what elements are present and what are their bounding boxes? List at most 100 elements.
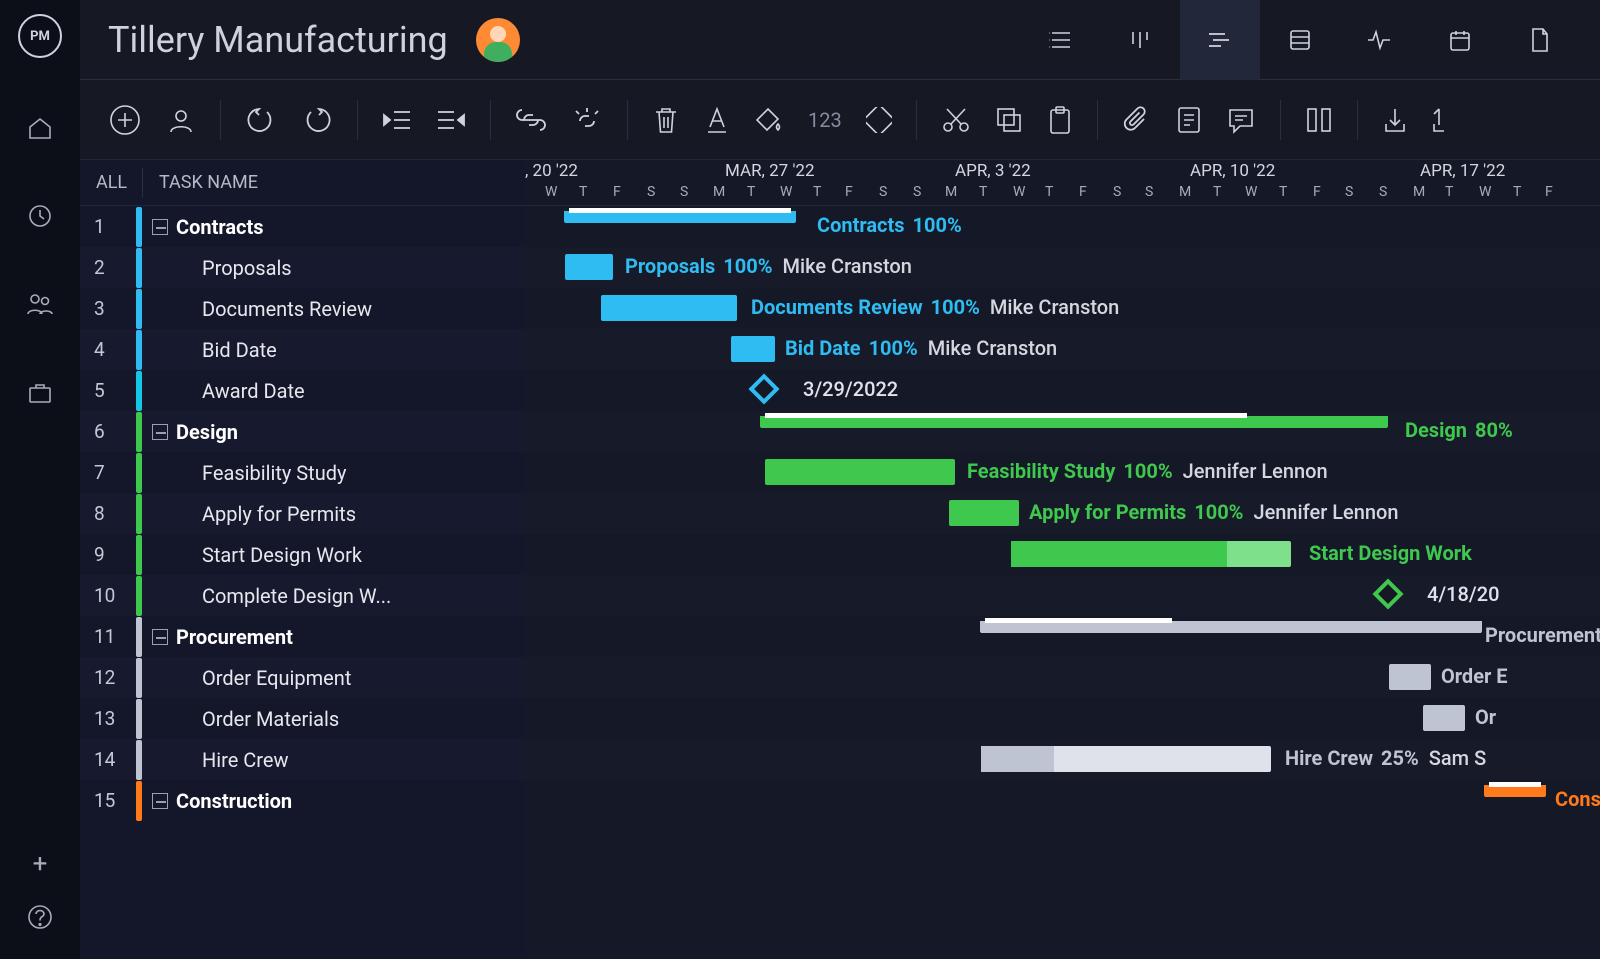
collapse-icon[interactable] <box>152 629 168 645</box>
color-bar <box>136 330 142 370</box>
home-icon[interactable] <box>26 114 54 146</box>
task-row[interactable]: 10 Complete Design W... <box>80 575 525 616</box>
gantt-bar[interactable] <box>949 500 1019 526</box>
view-board-icon[interactable] <box>1100 0 1180 80</box>
task-row[interactable]: 12 Order Equipment <box>80 657 525 698</box>
view-list-icon[interactable] <box>1020 0 1100 80</box>
add-button[interactable] <box>108 103 142 137</box>
gantt-chart[interactable]: , 20 '22MAR, 27 '22APR, 3 '22APR, 10 '22… <box>525 160 1600 959</box>
view-sheet-icon[interactable] <box>1260 0 1340 80</box>
color-bar <box>136 699 142 739</box>
bar-label: Documents Review <box>751 295 923 319</box>
task-row[interactable]: 4 Bid Date <box>80 329 525 370</box>
task-row[interactable]: 13 Order Materials <box>80 698 525 739</box>
assignee-icon[interactable] <box>166 105 196 135</box>
paste-icon[interactable] <box>1047 105 1073 135</box>
task-row[interactable]: 2 Proposals <box>80 247 525 288</box>
gantt-group-bar[interactable] <box>761 416 1387 428</box>
collapse-icon[interactable] <box>152 219 168 235</box>
bar-pct: 100% <box>913 213 962 237</box>
task-name: Award Date <box>202 379 305 403</box>
gantt-group-bar[interactable] <box>981 621 1481 633</box>
task-row[interactable]: 14 Hire Crew <box>80 739 525 780</box>
briefcase-icon[interactable] <box>26 378 54 410</box>
text-style-icon[interactable] <box>704 105 730 135</box>
collapse-icon[interactable] <box>152 793 168 809</box>
task-row[interactable]: 1 Contracts <box>80 206 525 247</box>
cut-icon[interactable] <box>941 106 971 134</box>
gantt-bar[interactable] <box>1423 705 1465 731</box>
copy-icon[interactable] <box>995 106 1023 134</box>
bar-label: Start Design Work <box>1309 541 1472 565</box>
milestone-icon[interactable] <box>1372 578 1403 609</box>
task-row[interactable]: 3 Documents Review <box>80 288 525 329</box>
bar-assignee: Jennifer Lennon <box>1253 500 1398 524</box>
bar-label: Feasibility Study <box>967 459 1115 483</box>
comment-icon[interactable] <box>1226 106 1256 134</box>
clock-icon[interactable] <box>26 202 54 234</box>
bar-pct: 100% <box>723 254 772 278</box>
task-row[interactable]: 15 Construction <box>80 780 525 821</box>
columns-icon[interactable] <box>1305 106 1333 134</box>
unlink-icon[interactable] <box>571 106 603 134</box>
task-row[interactable]: 8 Apply for Permits <box>80 493 525 534</box>
add-icon[interactable]: + <box>33 849 48 879</box>
gantt-bar[interactable] <box>1389 664 1431 690</box>
view-gantt-icon[interactable] <box>1180 0 1260 80</box>
row-number: 7 <box>94 461 136 484</box>
task-row[interactable]: 9 Start Design Work <box>80 534 525 575</box>
color-bar <box>136 576 142 616</box>
outdent-icon[interactable] <box>382 107 412 133</box>
brand-logo[interactable]: PM <box>18 14 62 58</box>
task-name: Order Equipment <box>202 666 351 690</box>
row-number: 4 <box>94 338 136 361</box>
attachment-icon[interactable] <box>1122 105 1152 135</box>
milestone-icon[interactable] <box>748 373 779 404</box>
task-row[interactable]: 7 Feasibility Study <box>80 452 525 493</box>
gantt-group-bar[interactable] <box>1485 785 1545 797</box>
gantt-bar[interactable] <box>765 459 955 485</box>
delete-icon[interactable] <box>652 105 680 135</box>
row-number: 1 <box>94 215 136 238</box>
gantt-bar[interactable] <box>981 746 1271 772</box>
priority-icon[interactable] <box>866 107 892 133</box>
bar-label: Apply for Permits <box>1029 500 1186 524</box>
column-all[interactable]: ALL <box>96 172 138 193</box>
help-icon[interactable] <box>26 903 54 935</box>
task-name: Hire Crew <box>202 748 289 772</box>
bar-pct: 100% <box>931 295 980 319</box>
fill-icon[interactable] <box>754 106 784 134</box>
row-number: 5 <box>94 379 136 402</box>
view-activity-icon[interactable] <box>1340 0 1420 80</box>
gantt-group-bar[interactable] <box>565 211 795 223</box>
redo-icon[interactable] <box>301 105 333 135</box>
people-icon[interactable] <box>25 290 55 322</box>
row-number: 13 <box>94 707 136 730</box>
gantt-bar[interactable] <box>731 336 775 362</box>
gantt-bar[interactable] <box>565 254 613 280</box>
task-row[interactable]: 6 Design <box>80 411 525 452</box>
task-row[interactable]: 11 Procurement <box>80 616 525 657</box>
export-icon[interactable] <box>1432 106 1446 134</box>
row-number: 14 <box>94 748 136 771</box>
avatar[interactable] <box>476 18 520 62</box>
undo-icon[interactable] <box>245 105 277 135</box>
view-calendar-icon[interactable] <box>1420 0 1500 80</box>
notes-icon[interactable] <box>1176 105 1202 135</box>
color-bar <box>136 207 142 247</box>
task-name: Bid Date <box>202 338 277 362</box>
gantt-bar[interactable] <box>1011 541 1291 567</box>
task-row[interactable]: 5 Award Date <box>80 370 525 411</box>
row-number: 2 <box>94 256 136 279</box>
gantt-bar[interactable] <box>601 295 737 321</box>
bar-label: Order E <box>1441 664 1508 688</box>
indent-icon[interactable] <box>436 107 466 133</box>
link-icon[interactable] <box>515 109 547 131</box>
view-file-icon[interactable] <box>1500 0 1580 80</box>
bar-assignee: Jennifer Lennon <box>1183 459 1328 483</box>
column-task-name[interactable]: TASK NAME <box>159 172 258 193</box>
toolbar: 123 <box>80 80 1600 160</box>
collapse-icon[interactable] <box>152 424 168 440</box>
task-name: Design <box>176 420 238 444</box>
import-icon[interactable] <box>1382 106 1408 134</box>
